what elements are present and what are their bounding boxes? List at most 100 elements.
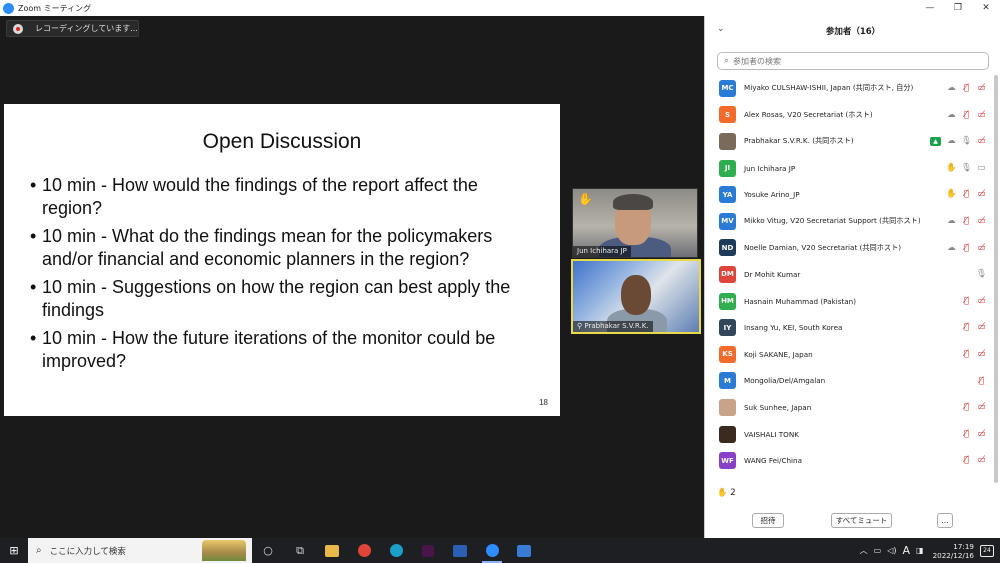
mic-muted-icon[interactable]: 🎙̸ xyxy=(959,455,974,465)
screen-share-icon[interactable]: ▲ xyxy=(930,136,941,146)
participant-row[interactable]: MC Miyako CULSHAW-ISHII, Japan (共同ホスト, 自分… xyxy=(705,75,995,102)
mic-muted-icon[interactable]: 🎙̸ xyxy=(959,402,974,412)
camera-off-icon[interactable]: ▭̸ xyxy=(974,136,989,146)
participant-row[interactable]: YA Yosuke Arino_JP ✋ 🎙̸ ▭̸ xyxy=(705,181,995,208)
participant-row[interactable]: Prabhakar S.V.R.K. (共同ホスト) ▲ ☁ 🎙 ▭̸ xyxy=(705,128,995,155)
camera-off-icon[interactable]: ▭̸ xyxy=(974,402,989,412)
taskbar-search[interactable]: ⌕ ここに入力して検索 xyxy=(28,538,252,563)
mic-muted-icon[interactable]: 🎙̸ xyxy=(959,110,974,120)
participant-row[interactable]: JI Jun Ichihara JP ✋ 🎙 ▭ xyxy=(705,155,995,182)
mic-muted-icon[interactable]: 🎙̸ xyxy=(959,349,974,359)
participant-row[interactable]: M Mongolia/Del/Amgalan 🎙̸ xyxy=(705,368,995,395)
participant-row[interactable]: KS Koji SAKANE, Japan 🎙̸ ▭̸ xyxy=(705,341,995,368)
network-icon[interactable]: ▭ xyxy=(874,546,882,555)
camera-off-icon[interactable]: ▭̸ xyxy=(974,110,989,120)
mic-muted-icon[interactable]: 🎙̸ xyxy=(959,429,974,439)
participant-row[interactable]: ND Noelle Damian, V20 Secretariat (共同ホスト)… xyxy=(705,235,995,262)
camera-off-icon[interactable]: ▭̸ xyxy=(974,83,989,93)
participants-title: 参加者（16） xyxy=(825,27,881,37)
mic-muted-icon[interactable]: 🎙̸ xyxy=(974,376,989,386)
cortana-icon[interactable]: ○ xyxy=(252,538,284,563)
camera-off-icon[interactable]: ▭̸ xyxy=(974,189,989,199)
volume-icon[interactable]: ◁) xyxy=(887,546,896,555)
cloud-recording-icon[interactable]: ☁ xyxy=(944,83,959,93)
participant-row[interactable]: WF WANG Fei/China 🎙̸ ▭̸ xyxy=(705,447,995,474)
camera-off-icon[interactable]: ▭̸ xyxy=(974,429,989,439)
participant-row[interactable]: VAISHALI TONK 🎙̸ ▭̸ xyxy=(705,421,995,448)
participant-name: VAISHALI TONK xyxy=(744,429,799,439)
slack-icon[interactable] xyxy=(412,538,444,563)
participant-row[interactable]: IY Insang Yu, KEI, South Korea 🎙̸ ▭̸ xyxy=(705,314,995,341)
camera-off-icon[interactable]: ▭̸ xyxy=(974,296,989,306)
search-icon: ⌕ xyxy=(724,56,730,66)
close-button[interactable]: ✕ xyxy=(972,0,1000,16)
mic-muted-icon[interactable]: 🎙̸ xyxy=(959,243,974,253)
participant-list-scrollbar[interactable] xyxy=(994,75,998,483)
avatar xyxy=(719,132,736,150)
raised-hand-icon: ✋ xyxy=(578,192,593,206)
mic-muted-icon[interactable]: 🎙̸ xyxy=(959,322,974,332)
participant-status-icons: ☁ 🎙̸ ▭̸ xyxy=(944,208,989,234)
recording-indicator[interactable]: レコーディングしています... xyxy=(6,20,139,37)
maximize-button[interactable]: ❐ xyxy=(944,0,972,16)
cloud-recording-icon[interactable]: ☁ xyxy=(944,243,959,253)
mic-muted-icon[interactable]: 🎙̸ xyxy=(959,189,974,199)
camera-off-icon[interactable]: ▭̸ xyxy=(974,349,989,359)
camera-off-icon[interactable]: ▭̸ xyxy=(974,455,989,465)
notification-center-icon[interactable]: 24 xyxy=(980,544,994,557)
avatar: M xyxy=(719,372,736,390)
ime-indicator[interactable]: A xyxy=(902,544,910,557)
webex-icon[interactable] xyxy=(380,538,412,563)
participant-row[interactable]: S Alex Rosas, V20 Secretariat (ホスト) ☁ 🎙̸ ▭̸ xyxy=(705,102,995,129)
slide-bullet-list: 10 min - How would the findings of the r… xyxy=(30,174,540,378)
participant-row[interactable]: DM Dr Mohit Kumar 🎙 xyxy=(705,261,995,288)
participant-search[interactable]: ⌕ xyxy=(717,52,989,70)
camera-off-icon[interactable]: ▭̸ xyxy=(974,216,989,226)
invite-button[interactable]: 招待 xyxy=(752,513,784,528)
photos-icon[interactable] xyxy=(508,538,540,563)
participant-name: Prabhakar S.V.R.K. (共同ホスト) xyxy=(744,136,854,146)
slide-bullet: 10 min - What do the findings mean for t… xyxy=(30,225,540,271)
avatar: ND xyxy=(719,239,736,257)
ime-mode-icon[interactable]: ◨ xyxy=(916,546,924,555)
slide-bullet: 10 min - How the future iterations of th… xyxy=(30,327,540,373)
camera-off-icon[interactable]: ▭̸ xyxy=(974,322,989,332)
participant-row[interactable]: HM Hasnain Muhammad (Pakistan) 🎙̸ ▭̸ xyxy=(705,288,995,315)
clock-date: 2022/12/16 xyxy=(932,550,974,560)
cloud-recording-icon[interactable]: ☁ xyxy=(944,216,959,226)
task-view-icon[interactable]: ⧉ xyxy=(284,538,316,563)
file-explorer-icon[interactable] xyxy=(316,538,348,563)
zoom-app-icon xyxy=(3,2,14,14)
participant-name: Yosuke Arino_JP xyxy=(744,190,800,200)
camera-off-icon[interactable]: ▭̸ xyxy=(974,243,989,253)
chrome-icon[interactable] xyxy=(348,538,380,563)
camera-icon[interactable]: ▭ xyxy=(974,163,989,173)
participant-status-icons: 🎙̸ ▭̸ xyxy=(959,288,989,314)
mic-muted-icon[interactable]: 🎙̸ xyxy=(959,296,974,306)
video-tile[interactable]: ✋ Jun Ichihara JP xyxy=(572,188,698,258)
mute-all-button[interactable]: すべてミュート xyxy=(831,513,892,528)
video-name-tag: ⚲ Prabhakar S.V.R.K. xyxy=(573,321,653,332)
cloud-recording-icon[interactable]: ☁ xyxy=(944,110,959,120)
participant-row[interactable]: Suk Sunhee, Japan 🎙̸ ▭̸ xyxy=(705,394,995,421)
participant-search-input[interactable] xyxy=(733,56,974,66)
minimize-button[interactable]: — xyxy=(916,0,944,16)
mic-muted-icon[interactable]: 🎙̸ xyxy=(959,83,974,93)
more-options-button[interactable]: ... xyxy=(937,513,953,528)
system-tray: ︿ ▭ ◁) A ◨ 17:19 2022/12/16 24 xyxy=(857,538,1000,563)
word-icon[interactable] xyxy=(444,538,476,563)
cloud-recording-icon[interactable]: ☁ xyxy=(944,136,959,146)
raised-hand-icon[interactable]: ✋ xyxy=(944,163,959,173)
tray-overflow-icon[interactable]: ︿ xyxy=(860,545,868,556)
video-person-hair xyxy=(613,194,653,210)
participant-row[interactable]: MV Mikko Vitug, V20 Secretariat Support (… xyxy=(705,208,995,235)
zoom-taskbar-icon[interactable] xyxy=(476,538,508,563)
mic-muted-icon[interactable]: 🎙̸ xyxy=(959,216,974,226)
mic-icon[interactable]: 🎙 xyxy=(959,136,974,146)
taskbar-clock[interactable]: 17:19 2022/12/16 xyxy=(933,542,974,560)
mic-icon[interactable]: 🎙 xyxy=(974,269,989,279)
start-button[interactable]: ⊞ xyxy=(0,538,28,563)
raised-hand-icon[interactable]: ✋ xyxy=(944,189,959,199)
video-tile-active-speaker[interactable]: ⚲ Prabhakar S.V.R.K. xyxy=(571,259,701,334)
mic-icon[interactable]: 🎙 xyxy=(959,163,974,173)
